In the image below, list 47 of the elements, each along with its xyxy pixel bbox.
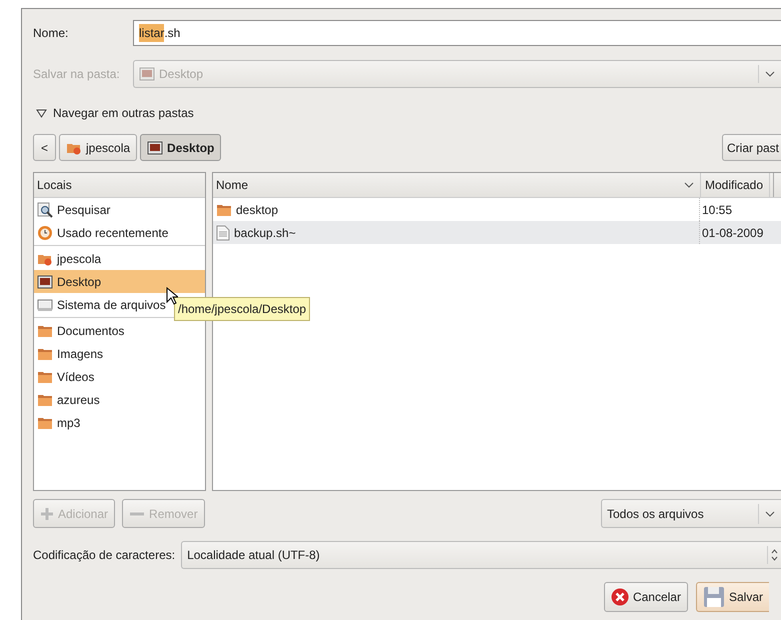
place-item[interactable]: jpescola xyxy=(34,247,205,270)
file-filter-combo[interactable]: Todos os arquivos xyxy=(601,499,781,528)
encoding-combo[interactable]: Localidade atual (UTF-8) xyxy=(181,541,781,569)
file-icon xyxy=(216,224,230,240)
create-folder-button[interactable]: Criar past xyxy=(722,134,781,161)
place-item[interactable]: Pesquisar xyxy=(34,198,205,221)
cancel-button[interactable]: Cancelar xyxy=(604,582,688,612)
cancel-icon xyxy=(610,588,629,606)
file-name[interactable]: desktop xyxy=(213,200,699,218)
folder-icon xyxy=(216,202,232,216)
modified-column-header[interactable]: Modificado xyxy=(700,173,770,197)
desktop-icon xyxy=(147,140,164,154)
mouse-cursor-icon xyxy=(166,287,178,305)
save-folder-label: Salvar na pasta: xyxy=(33,66,121,83)
save-button[interactable]: Salvar xyxy=(696,582,769,612)
spin-arrows-icon xyxy=(771,549,778,561)
place-item[interactable]: Desktop xyxy=(34,270,205,293)
search-icon xyxy=(37,202,53,218)
place-item[interactable]: mp3 xyxy=(34,411,205,434)
clock-icon xyxy=(37,224,53,240)
place-item[interactable]: Imagens xyxy=(34,342,205,365)
drive-icon xyxy=(37,298,53,312)
file-name[interactable]: backup.sh~ xyxy=(213,224,699,242)
path-button[interactable]: jpescola xyxy=(59,134,138,161)
desktop-icon xyxy=(139,67,155,81)
place-item[interactable]: azureus xyxy=(34,388,205,411)
path-button[interactable]: Desktop xyxy=(140,134,222,161)
place-item[interactable]: Documentos xyxy=(34,319,205,342)
folder-icon xyxy=(37,392,53,406)
tooltip: /home/jpescola/Desktop xyxy=(174,297,310,321)
place-item[interactable]: Usado recentemente xyxy=(34,221,205,244)
folder-icon xyxy=(37,370,53,384)
modified-cell: 01-08-2009 xyxy=(699,221,769,244)
encoding-label: Codificação de caracteres: xyxy=(33,547,176,564)
expander-triangle-icon[interactable] xyxy=(36,108,47,118)
places-header[interactable]: Locais xyxy=(34,173,205,198)
folder-icon xyxy=(37,324,53,338)
browse-folders-toggle[interactable]: Navegar em outras pastas xyxy=(53,104,194,122)
plus-icon xyxy=(40,506,54,520)
back-button[interactable]: < xyxy=(33,134,56,161)
desktop-icon xyxy=(37,274,53,288)
name-label: Nome: xyxy=(33,25,70,42)
name-column-header[interactable]: Nome xyxy=(213,173,700,197)
minus-icon xyxy=(129,510,146,516)
folder-icon xyxy=(37,346,53,360)
place-item[interactable]: Vídeos xyxy=(34,365,205,388)
folder-icon xyxy=(37,416,53,430)
